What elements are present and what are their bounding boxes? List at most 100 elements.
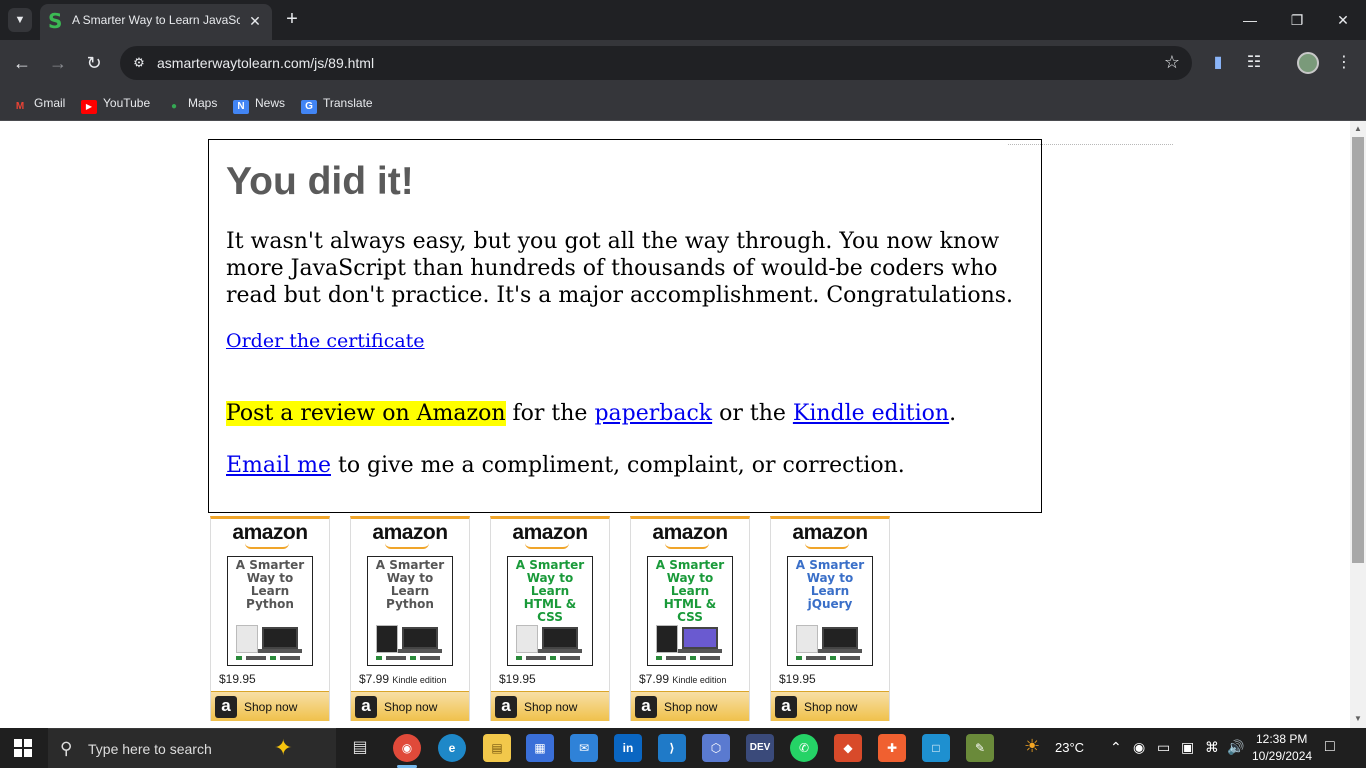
price: $7.99 Kindle edition <box>359 672 446 686</box>
weather-icon[interactable]: ☀ <box>1024 736 1040 757</box>
bookmark-maps[interactable]: ● Maps <box>166 93 217 113</box>
shop-now-label: Shop now <box>524 700 578 714</box>
book-cover[interactable]: A Smarter Way to Learn jQuery <box>787 556 873 666</box>
show-hidden-icons-icon[interactable]: ⌃ <box>1110 739 1122 756</box>
battery-icon[interactable]: ▭ <box>1157 739 1170 756</box>
docs-extension-icon[interactable]: ▮ <box>1207 52 1229 74</box>
shop-now-button[interactable]: a Shop now <box>631 691 749 721</box>
git-icon[interactable]: ◆ <box>834 734 862 762</box>
close-window-icon[interactable]: ✕ <box>1331 8 1355 32</box>
laptop-illustration-icon <box>796 625 864 653</box>
menu-kebab-icon[interactable]: ⋮ <box>1333 52 1355 74</box>
xampp-icon[interactable]: ✚ <box>878 734 906 762</box>
bookmark-translate[interactable]: G Translate <box>301 93 373 114</box>
forward-icon[interactable]: → <box>46 51 70 75</box>
amazon-ad[interactable]: amazon A Smarter Way to Learn jQuery $19… <box>770 516 890 721</box>
wifi-icon[interactable]: ⌘ <box>1205 739 1219 756</box>
tablet-illustration-icon <box>656 625 724 653</box>
news-icon: N <box>233 100 249 114</box>
book-title: A Smarter Way to Learn Python <box>235 558 305 611</box>
mail-icon[interactable]: ✉ <box>570 734 598 762</box>
profile-avatar[interactable] <box>1297 52 1319 74</box>
edition-label: Kindle edition <box>392 675 447 685</box>
congrats-paragraph: It wasn't always easy, but you got all t… <box>226 229 1014 308</box>
file-explorer-icon[interactable]: ▤ <box>483 734 511 762</box>
amazon-logo: amazon <box>232 521 308 544</box>
shop-now-label: Shop now <box>244 700 298 714</box>
bookmark-gmail[interactable]: M Gmail <box>12 93 66 113</box>
store-icon[interactable]: ▦ <box>526 734 554 762</box>
book-title: A Smarter Way to Learn HTML & CSS <box>515 558 585 624</box>
virtualbox-icon[interactable]: ⬡ <box>702 734 730 762</box>
shop-now-button[interactable]: a Shop now <box>211 691 329 721</box>
edge-icon[interactable]: e <box>438 734 466 762</box>
back-icon[interactable]: ← <box>10 51 34 75</box>
amazon-smile-icon <box>665 543 709 549</box>
bookmark-label: News <box>255 96 286 110</box>
scroll-up-icon[interactable]: ▲ <box>1350 122 1366 136</box>
cover-footer <box>376 656 444 660</box>
linkedin-icon[interactable]: in <box>614 734 642 762</box>
review-text: . <box>949 401 957 426</box>
shop-now-label: Shop now <box>804 700 858 714</box>
minimize-icon[interactable]: — <box>1238 8 1262 32</box>
extensions-puzzle-icon[interactable]: ☷ <box>1243 52 1265 74</box>
meet-icon[interactable]: ◉ <box>1133 739 1145 756</box>
book-cover[interactable]: A Smarter Way to Learn HTML & CSS <box>507 556 593 666</box>
amazon-ad[interactable]: amazon A Smarter Way to Learn HTML & CSS… <box>630 516 750 721</box>
amazon-logo: amazon <box>372 521 448 544</box>
shop-now-button[interactable]: a Shop now <box>491 691 609 721</box>
windows-start-icon[interactable] <box>14 739 32 757</box>
book-cover[interactable]: A Smarter Way to Learn HTML & CSS <box>647 556 733 666</box>
amazon-ad[interactable]: amazon A Smarter Way to Learn Python $7.… <box>350 516 470 721</box>
taskbar-search-box[interactable]: ⚲ Type here to search ✦ <box>48 728 336 768</box>
shop-now-button[interactable]: a Shop now <box>771 691 889 721</box>
vscode-icon[interactable]: ⟩ <box>658 734 686 762</box>
amazon-ad[interactable]: amazon A Smarter Way to Learn HTML & CSS… <box>490 516 610 721</box>
task-view-icon[interactable]: ▤ <box>346 734 374 762</box>
dev-icon[interactable]: DEV <box>746 734 774 762</box>
edition-label: Kindle edition <box>672 675 727 685</box>
temperature[interactable]: 23°C <box>1055 740 1084 755</box>
order-certificate-link[interactable]: Order the certificate <box>226 330 425 352</box>
clock-time[interactable]: 12:38 PM <box>1256 732 1307 746</box>
bookmark-news[interactable]: N News <box>233 93 286 114</box>
page-scrollbar[interactable]: ▲ ▼ <box>1350 121 1366 728</box>
camera-icon[interactable]: ▣ <box>1181 739 1194 756</box>
close-tab-icon[interactable]: ✕ <box>246 12 264 30</box>
browser-toolbar: ← → ↻ ⚙ asmarterwaytolearn.com/js/89.htm… <box>0 40 1366 86</box>
active-tab[interactable]: S A Smarter Way to Learn JavaScript ✕ <box>40 4 272 40</box>
notifications-icon[interactable]: □ <box>1325 738 1335 756</box>
url-text[interactable]: asmarterwaytolearn.com/js/89.html <box>157 55 374 71</box>
amazon-ad[interactable]: amazon A Smarter Way to Learn Python $19… <box>210 516 330 721</box>
laptop-illustration-icon <box>236 625 304 653</box>
email-me-link[interactable]: Email me <box>226 453 331 478</box>
clock-date[interactable]: 10/29/2024 <box>1252 749 1312 763</box>
app-icon[interactable]: ✎ <box>966 734 994 762</box>
book-cover[interactable]: A Smarter Way to Learn Python <box>227 556 313 666</box>
amazon-logo: amazon <box>512 521 588 544</box>
restore-icon[interactable]: ❐ <box>1285 8 1309 32</box>
site-info-icon[interactable]: ⚙ <box>130 54 148 72</box>
scroll-down-icon[interactable]: ▼ <box>1350 712 1366 726</box>
tab-search-dropdown[interactable]: ▼ <box>8 8 32 32</box>
scrollbar-thumb[interactable] <box>1352 137 1364 563</box>
chrome-icon[interactable]: ◉ <box>393 734 421 762</box>
whatsapp-icon[interactable]: ✆ <box>790 734 818 762</box>
email-line: Email me to give me a compliment, compla… <box>226 453 905 478</box>
bookmark-star-icon[interactable]: ☆ <box>1164 52 1180 73</box>
price: $19.95 <box>499 672 536 686</box>
paperback-link[interactable]: paperback <box>594 401 712 426</box>
new-tab-button[interactable]: + <box>280 8 304 32</box>
kindle-edition-link[interactable]: Kindle edition <box>793 401 949 426</box>
volume-icon[interactable]: 🔊 <box>1227 739 1244 756</box>
tab-title: A Smarter Way to Learn JavaScript <box>72 13 240 27</box>
reload-icon[interactable]: ↻ <box>82 51 106 75</box>
email-text: to give me a compliment, complaint, or c… <box>330 453 905 478</box>
book-cover[interactable]: A Smarter Way to Learn Python <box>367 556 453 666</box>
address-bar[interactable]: ⚙ asmarterwaytolearn.com/js/89.html ☆ <box>120 46 1192 80</box>
shop-now-button[interactable]: a Shop now <box>351 691 469 721</box>
bookmark-label: Translate <box>323 96 373 110</box>
bookmark-youtube[interactable]: ▶ YouTube <box>81 93 150 114</box>
app-icon[interactable]: □ <box>922 734 950 762</box>
